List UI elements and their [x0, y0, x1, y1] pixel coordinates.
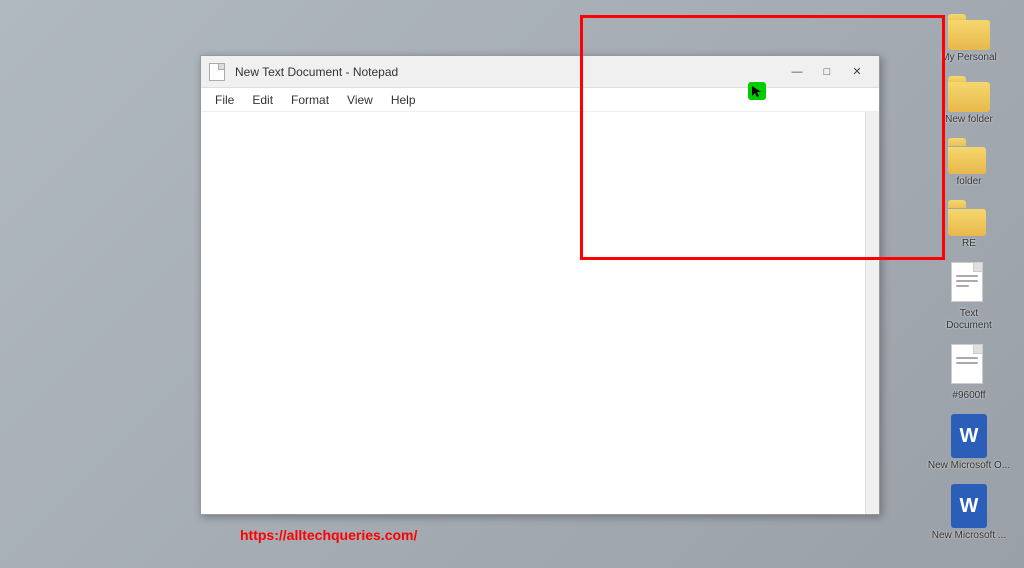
icon-label-my-personal: My Personal	[941, 52, 997, 64]
menu-format[interactable]: Format	[283, 91, 337, 109]
icon-label-folder-partial: folder	[956, 176, 981, 188]
scrollbar-vertical[interactable]	[865, 112, 879, 514]
icon-label-word-1: New Microsoft O...	[928, 460, 1010, 472]
icon-label-re: RE	[962, 238, 976, 250]
icon-word-2[interactable]: New Microsoft ...	[924, 480, 1014, 546]
icon-new-folder[interactable]: New folder	[924, 72, 1014, 130]
text-editor[interactable]	[201, 112, 879, 514]
notepad-icon	[209, 63, 227, 81]
cursor-indicator	[748, 82, 766, 100]
window-title: New Text Document - Notepad	[235, 65, 783, 79]
icon-my-personal[interactable]: My Personal	[924, 10, 1014, 68]
word-icon-2	[951, 484, 987, 528]
maximize-button[interactable]: □	[813, 62, 841, 82]
icon-label-color-doc: #9600ff	[952, 390, 985, 402]
close-button[interactable]: ✕	[843, 62, 871, 82]
notepad-window: New Text Document - Notepad — □ ✕ File E…	[200, 55, 880, 515]
desktop: New Text Document - Notepad — □ ✕ File E…	[0, 0, 1024, 568]
titlebar[interactable]: New Text Document - Notepad — □ ✕	[201, 56, 879, 88]
icon-label-new-folder: New folder	[945, 114, 993, 126]
color-doc-icon	[951, 344, 987, 388]
icon-color-doc[interactable]: #9600ff	[924, 340, 1014, 406]
icon-word-1[interactable]: New Microsoft O...	[924, 410, 1014, 476]
icon-folder-partial[interactable]: folder	[924, 134, 1014, 192]
minimize-button[interactable]: —	[783, 62, 811, 82]
desktop-icons-panel: My Personal New folder folder RE	[914, 0, 1024, 568]
menu-help[interactable]: Help	[383, 91, 424, 109]
folder-icon-my-personal	[948, 14, 990, 50]
menu-file[interactable]: File	[207, 91, 242, 109]
editor-area[interactable]	[201, 112, 879, 514]
text-doc-icon	[951, 262, 987, 306]
word-icon-1	[951, 414, 987, 458]
menu-view[interactable]: View	[339, 91, 381, 109]
icon-text-doc[interactable]: TextDocument	[924, 258, 1014, 336]
icon-label-word-2: New Microsoft ...	[932, 530, 1006, 542]
icon-label-text-doc: TextDocument	[946, 308, 992, 332]
folder-icon-re	[948, 200, 990, 236]
folder-icon-new-folder	[948, 76, 990, 112]
icon-re[interactable]: RE	[924, 196, 1014, 254]
window-controls: — □ ✕	[783, 62, 871, 82]
cursor-icon	[750, 84, 764, 98]
menubar: File Edit Format View Help	[201, 88, 879, 112]
folder-icon-partial	[948, 138, 990, 174]
url-watermark: https://alltechqueries.com/	[240, 527, 417, 543]
menu-edit[interactable]: Edit	[244, 91, 281, 109]
